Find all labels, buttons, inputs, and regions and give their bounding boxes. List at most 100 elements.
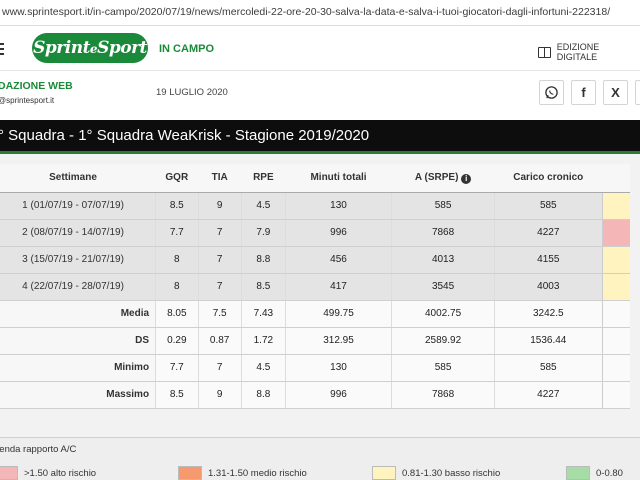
ac-ratio-cell — [601, 381, 630, 409]
site-logo[interactable]: SprinteSport — [32, 33, 148, 63]
col-header-cronico: Carico cronico — [494, 164, 603, 193]
cell-cronico: 4003 — [494, 273, 603, 301]
cell-rpe: 8.8 — [240, 381, 286, 409]
week-label: 3 (15/07/19 - 21/07/19) — [0, 246, 156, 274]
legend-swatch — [178, 466, 202, 480]
cell-gqr: 7.7 — [155, 219, 199, 247]
cell-rpe: 7.43 — [240, 300, 286, 328]
cell-tia: 7 — [197, 246, 242, 274]
section-label[interactable]: IN CAMPO — [159, 43, 214, 55]
cell-minuti: 456 — [284, 246, 392, 274]
author-name[interactable]: DAZIONE WEB — [0, 80, 73, 92]
ac-ratio-cell — [601, 192, 630, 220]
stat-label: Minimo — [0, 354, 156, 382]
cell-tia: 7 — [197, 354, 242, 382]
cell-rpe: 8.5 — [240, 273, 286, 301]
legend-item: 1.31-1.50 medio rischio — [178, 466, 307, 480]
col-header-settimane: Settimane — [0, 164, 156, 193]
cell-rpe: 4.5 — [240, 354, 286, 382]
legend: genda rapporto A/C >1.50 alto rischio 1.… — [0, 437, 640, 480]
table-row: 4 (22/07/19 - 28/07/19) 8 7 8.5 417 3545 4003 — [0, 273, 630, 301]
cell-asrpe: 585 — [391, 354, 495, 382]
stats-row: DS 0.29 0.87 1.72 312.95 2589.92 1536.44 — [0, 327, 630, 355]
col-header-minuti: Minuti totali — [285, 164, 392, 193]
col-header-gqr: GQR — [155, 164, 199, 193]
cell-tia: 9 — [197, 381, 242, 409]
cell-cronico: 4227 — [494, 381, 603, 409]
whatsapp-icon — [545, 86, 558, 99]
article-byline: DAZIONE WEB @sprintesport.it 19 LUGLIO 2… — [0, 72, 640, 118]
stats-row: Media 8.05 7.5 7.43 499.75 4002.75 3242.5 — [0, 300, 630, 328]
facebook-share-button[interactable]: f — [571, 80, 596, 105]
table-row: 3 (15/07/19 - 21/07/19) 8 7 8.8 456 4013 4155 — [0, 246, 630, 274]
ac-ratio-cell — [601, 300, 630, 328]
col-header-ac — [602, 164, 630, 193]
cell-rpe: 1.72 — [240, 327, 286, 355]
cell-cronico: 4227 — [494, 219, 603, 247]
browser-address-bar[interactable]: www.sprintesport.it/in-campo/2020/07/19/… — [0, 0, 640, 26]
more-share-button[interactable] — [635, 80, 640, 105]
cell-cronico: 585 — [494, 354, 603, 382]
x-icon: X — [611, 85, 620, 100]
legend-swatch — [0, 466, 18, 480]
cell-rpe: 7.9 — [240, 219, 286, 247]
cell-minuti: 312.95 — [284, 327, 392, 355]
url-text[interactable]: www.sprintesport.it/in-campo/2020/07/19/… — [2, 6, 610, 18]
facebook-icon: f — [581, 85, 586, 100]
legend-label: 0.81-1.30 basso rischio — [402, 467, 501, 479]
week-label: 2 (08/07/19 - 14/07/19) — [0, 219, 156, 247]
edizione-digitale-link[interactable]: EDIZIONE DIGITALE — [538, 42, 640, 62]
ac-ratio-cell — [601, 354, 630, 382]
cell-minuti: 499.75 — [284, 300, 392, 328]
info-icon[interactable]: i — [461, 173, 472, 184]
cell-minuti: 417 — [284, 273, 392, 301]
legend-label: 1.31-1.50 medio rischio — [208, 467, 307, 479]
article-figure: ° Squadra - 1° Squadra WeaKrisk - Stagio… — [0, 120, 640, 480]
ac-ratio-cell — [601, 246, 630, 274]
ac-ratio-cell — [601, 273, 630, 301]
x-share-button[interactable]: X — [603, 80, 628, 105]
book-icon — [538, 46, 551, 58]
menu-icon[interactable] — [0, 43, 4, 55]
cell-gqr: 8.5 — [155, 381, 199, 409]
ac-ratio-cell — [601, 327, 630, 355]
legend-item: >1.50 alto rischio — [0, 466, 96, 480]
cell-asrpe: 7868 — [391, 381, 495, 409]
table-row: 2 (08/07/19 - 14/07/19) 7.7 7 7.9 996 7868 422… — [0, 219, 630, 247]
cell-gqr: 8 — [155, 273, 199, 301]
cell-gqr: 7.7 — [155, 354, 199, 382]
stats-row: Massimo 8.5 9 8.8 996 7868 4227 — [0, 381, 630, 409]
author-email[interactable]: @sprintesport.it — [0, 96, 54, 105]
table-title: ° Squadra - 1° Squadra WeaKrisk - Stagio… — [0, 120, 640, 154]
cell-tia: 9 — [197, 192, 242, 220]
cell-tia: 0.87 — [197, 327, 242, 355]
cell-minuti: 996 — [284, 219, 392, 247]
stat-label: DS — [0, 327, 156, 355]
cell-gqr: 8.05 — [155, 300, 199, 328]
cell-cronico: 1536.44 — [494, 327, 603, 355]
article-date: 19 LUGLIO 2020 — [156, 87, 228, 98]
cell-rpe: 4.5 — [240, 192, 286, 220]
cell-tia: 7.5 — [197, 300, 242, 328]
cell-gqr: 0.29 — [155, 327, 199, 355]
cell-minuti: 130 — [284, 192, 392, 220]
stat-label: Media — [0, 300, 156, 328]
col-header-rpe: RPE — [241, 164, 286, 193]
cell-asrpe: 7868 — [391, 219, 495, 247]
edizione-label: EDIZIONE DIGITALE — [556, 42, 600, 62]
cell-asrpe: 4002.75 — [391, 300, 495, 328]
cell-asrpe: 2589.92 — [391, 327, 495, 355]
stat-label: Massimo — [0, 381, 156, 409]
week-label: 4 (22/07/19 - 28/07/19) — [0, 273, 156, 301]
site-header: SprinteSport IN CAMPO EDIZIONE DIGITALE — [0, 27, 640, 71]
legend-item: 0.81-1.30 basso rischio — [372, 466, 500, 480]
col-header-tia: TIA — [198, 164, 242, 193]
legend-swatch — [372, 466, 396, 480]
ac-ratio-cell — [601, 219, 630, 247]
whatsapp-share-button[interactable] — [539, 80, 564, 105]
cell-gqr: 8.5 — [155, 192, 199, 220]
week-label: 1 (01/07/19 - 07/07/19) — [0, 192, 156, 220]
table-row: 1 (01/07/19 - 07/07/19) 8.5 9 4.5 130 585 585 — [0, 192, 630, 220]
cell-cronico: 585 — [494, 192, 603, 220]
legend-swatch — [566, 466, 590, 480]
